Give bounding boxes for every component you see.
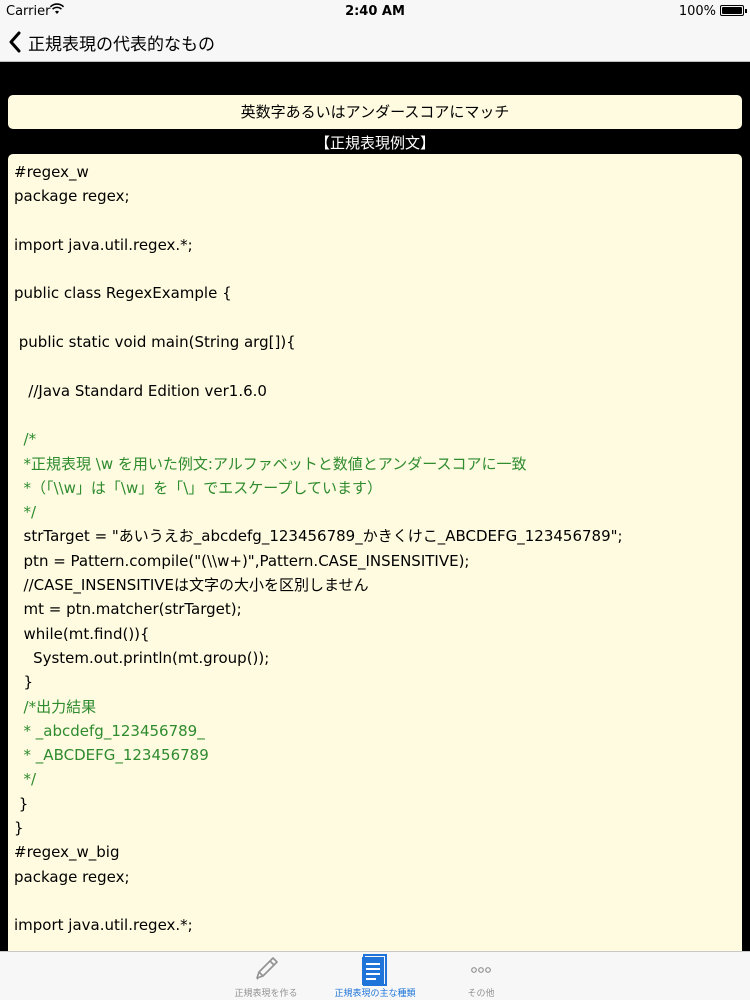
chevron-left-icon xyxy=(9,31,21,53)
code-comment-line: * _ABCDEFG_123456789 xyxy=(14,746,209,765)
tab-label: 正規表現を作る xyxy=(234,989,298,999)
code-line: package regex; xyxy=(14,867,130,886)
code-comment-line: *（「\\w」は「\w」を「\」でエスケープしています） xyxy=(14,478,382,497)
back-button-label: 正規表現の代表的なもの xyxy=(28,34,215,55)
tab-create-regex[interactable]: 正規表現を作る xyxy=(206,952,326,1000)
code-comment-line: /* xyxy=(14,430,37,449)
code-line: ptn = Pattern.compile("(\\w+)",Pattern.C… xyxy=(14,551,470,570)
battery-percentage: 100% xyxy=(678,4,716,19)
code-line: } xyxy=(14,794,29,813)
code-example[interactable]: #regex_wpackage regex; import java.util.r… xyxy=(8,154,742,952)
code-comment-line: /*出力結果 xyxy=(14,697,97,716)
tab-label: 正規表現の主な種類 xyxy=(334,989,416,999)
code-line: } xyxy=(14,819,24,838)
code-line: import java.util.regex.*; xyxy=(14,235,193,254)
code-comment-line: */ xyxy=(14,503,37,522)
section-label: 【正規表現例文】 xyxy=(314,134,435,152)
main-content[interactable]: 英数字あるいはアンダースコアにマッチ 【正規表現例文】 #regex_wpack… xyxy=(0,62,750,952)
code-line: while(mt.find()){ xyxy=(14,624,150,643)
code-line: import java.util.regex.*; xyxy=(14,916,193,935)
tab-other[interactable]: その他 xyxy=(421,952,541,1000)
status-time: 2:40 AM xyxy=(345,4,405,19)
code-line: //CASE_INSENSITIVEは文字の大小を区別しません xyxy=(14,576,369,595)
code-comment-line: */ xyxy=(14,770,37,789)
code-line: #regex_w_big xyxy=(14,843,120,862)
description-header: 英数字あるいはアンダースコアにマッチ xyxy=(8,95,742,129)
document-icon xyxy=(362,954,387,986)
code-comment-line: * _abcdefg_123456789_ xyxy=(14,721,205,740)
more-icon xyxy=(471,967,491,973)
tab-label: その他 xyxy=(467,989,495,999)
pencil-icon xyxy=(256,957,278,980)
code-line: } xyxy=(14,673,34,692)
code-line: package regex; xyxy=(14,187,130,206)
tab-bar: 正規表現を作る 正規表現の主な種類 その他 xyxy=(0,951,750,1000)
navigation-bar: 正規表現の代表的なもの xyxy=(0,22,750,62)
back-button[interactable]: 正規表現の代表的なもの xyxy=(8,26,215,58)
code-line: strTarget = "あいうえお_abcdefg_123456789_かきく… xyxy=(14,527,623,546)
code-comment-line: *正規表現 \w を用いた例文:アルファベットと数値とアンダースコアに一致 xyxy=(14,454,527,473)
code-line: #regex_w xyxy=(14,163,89,181)
code-line: //Java Standard Edition ver1.6.0 xyxy=(14,381,267,400)
status-bar: Carrier 2:40 AM 100% xyxy=(0,0,750,22)
code-line: public class RegexExample { xyxy=(14,284,232,303)
tab-regex-types[interactable]: 正規表現の主な種類 xyxy=(315,952,435,1000)
code-line: public static void main(String arg[]){ xyxy=(14,333,296,352)
battery-icon xyxy=(720,5,747,16)
code-line: mt = ptn.matcher(strTarget); xyxy=(14,600,242,619)
code-line: System.out.println(mt.group()); xyxy=(14,648,270,667)
